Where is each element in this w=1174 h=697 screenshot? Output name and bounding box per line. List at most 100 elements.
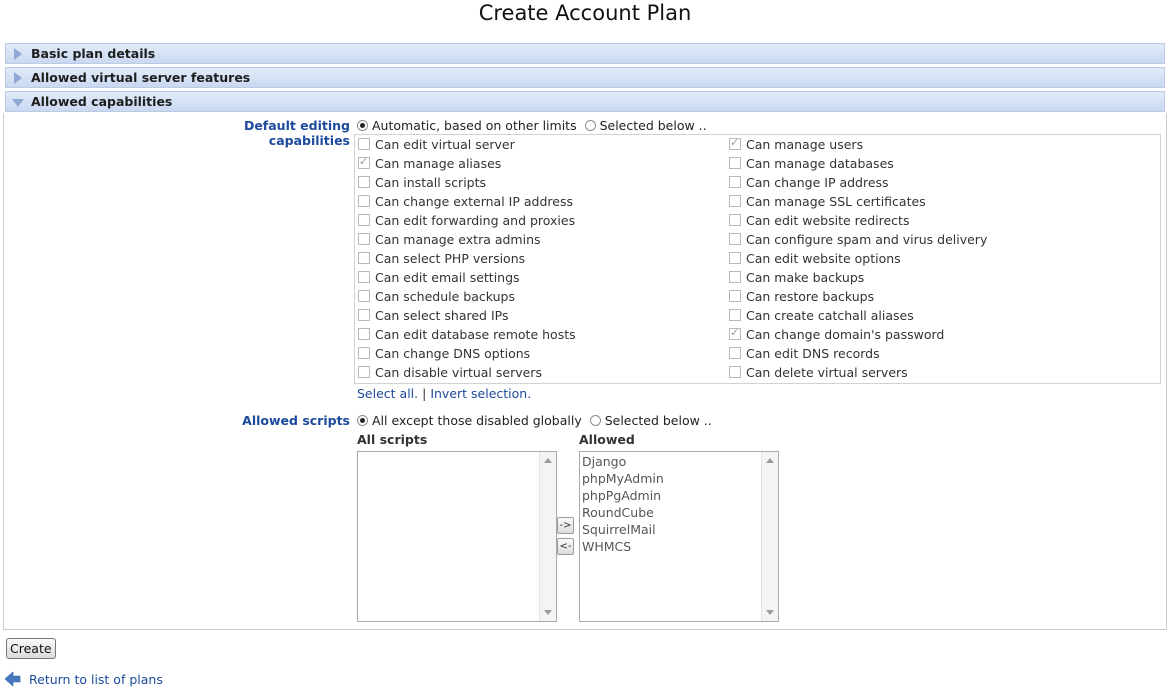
capability-label: Can change IP address [746, 175, 889, 190]
all-scripts-listbox[interactable] [357, 451, 557, 622]
capability-label: Can schedule backups [375, 289, 515, 304]
script-option[interactable]: phpPgAdmin [582, 487, 664, 504]
capability-checkbox[interactable] [358, 195, 370, 207]
capability-item[interactable]: Can edit email settings [358, 270, 520, 285]
capability-item[interactable]: Can install scripts [358, 175, 486, 190]
allowed-scripts-label: Allowed scripts [242, 413, 350, 428]
capability-item[interactable]: Can disable virtual servers [358, 365, 542, 380]
back-arrow-icon [5, 671, 21, 687]
script-option[interactable]: Django [582, 453, 664, 470]
capability-item[interactable]: Can select PHP versions [358, 251, 525, 266]
section-label: Basic plan details [31, 46, 156, 61]
capability-item[interactable]: Can schedule backups [358, 289, 515, 304]
capability-checkbox[interactable] [729, 214, 741, 226]
script-option[interactable]: RoundCube [582, 504, 664, 521]
radio-all-except-disabled[interactable]: All except those disabled globally [357, 413, 582, 428]
scrollbar[interactable] [761, 452, 778, 621]
capability-checkbox[interactable] [358, 233, 370, 245]
capability-item[interactable]: Can make backups [729, 270, 864, 285]
capability-checkbox[interactable] [729, 347, 741, 359]
capability-item[interactable]: Can edit website redirects [729, 213, 909, 228]
script-option[interactable]: phpMyAdmin [582, 470, 664, 487]
create-button[interactable]: Create [6, 638, 56, 659]
default-editing-capabilities-label: Default editing capabilities [243, 118, 350, 148]
capability-checkbox[interactable] [729, 309, 741, 321]
scrollbar[interactable] [539, 452, 556, 621]
capability-checkbox[interactable] [358, 155, 370, 169]
capability-label: Can manage databases [746, 156, 894, 171]
capability-item[interactable]: Can edit DNS records [729, 346, 880, 361]
script-option[interactable]: SquirrelMail [582, 521, 664, 538]
capability-item[interactable]: Can edit database remote hosts [358, 327, 576, 342]
scroll-up-icon[interactable] [544, 458, 552, 463]
capability-checkbox[interactable] [358, 252, 370, 264]
expand-arrow-icon [14, 48, 22, 60]
capability-item[interactable]: Can edit website options [729, 251, 901, 266]
select-all-link[interactable]: Select all. [357, 386, 418, 401]
capability-label: Can manage users [746, 137, 864, 152]
script-option[interactable]: WHMCS [582, 538, 664, 555]
capability-item[interactable]: Can change DNS options [358, 346, 530, 361]
capability-item[interactable]: Can edit virtual server [358, 137, 515, 152]
radio-selected-below[interactable]: Selected below .. [584, 118, 707, 133]
capability-checkbox[interactable] [358, 309, 370, 321]
capability-checkbox[interactable] [358, 138, 370, 150]
radio-automatic[interactable]: Automatic, based on other limits [357, 118, 577, 133]
section-allowed-virtual-server-features[interactable]: Allowed virtual server features [5, 67, 1165, 88]
allowed-scripts-header: Allowed [579, 432, 635, 447]
capability-item[interactable]: Can edit forwarding and proxies [358, 213, 575, 228]
allowed-scripts-listbox[interactable]: Django phpMyAdmin phpPgAdmin RoundCube Squir… [579, 451, 779, 622]
capability-item[interactable]: Can change domain's password [729, 326, 944, 342]
capability-item[interactable]: Can manage databases [729, 156, 894, 171]
capability-checkbox[interactable] [729, 157, 741, 169]
scroll-down-icon[interactable] [544, 610, 552, 615]
capability-checkbox[interactable] [358, 176, 370, 188]
capability-item[interactable]: Can manage users [729, 136, 864, 152]
radio-selected-below[interactable]: Selected below .. [589, 413, 712, 428]
section-allowed-capabilities[interactable]: Allowed capabilities [5, 91, 1165, 112]
radio-button[interactable] [589, 415, 601, 426]
capability-item[interactable]: Can manage extra admins [358, 232, 541, 247]
radio-button[interactable] [357, 415, 368, 426]
scroll-down-icon[interactable] [766, 610, 774, 615]
capability-item[interactable]: Can change IP address [729, 175, 889, 190]
section-label: Allowed capabilities [31, 94, 173, 109]
capability-checkbox[interactable] [729, 290, 741, 302]
capability-checkbox[interactable] [729, 233, 741, 245]
scripts-mode-radios: All except those disabled globally Selec… [357, 413, 716, 428]
capability-label: Can edit virtual server [375, 137, 515, 152]
capability-item[interactable]: Can select shared IPs [358, 308, 508, 323]
capability-checkbox[interactable] [729, 195, 741, 207]
radio-label: All except those disabled globally [372, 413, 582, 428]
capability-item[interactable]: Can restore backups [729, 289, 874, 304]
capability-checkbox[interactable] [358, 214, 370, 226]
remove-script-button[interactable]: <- [557, 538, 574, 555]
capability-checkbox[interactable] [729, 366, 741, 378]
capability-checkbox[interactable] [358, 271, 370, 283]
capability-label: Can make backups [746, 270, 865, 285]
capability-checkbox[interactable] [358, 328, 370, 340]
capability-checkbox[interactable] [729, 136, 741, 150]
capability-label: Can delete virtual servers [746, 365, 908, 380]
radio-button[interactable] [357, 120, 368, 131]
capability-checkbox[interactable] [729, 252, 741, 264]
capability-checkbox[interactable] [358, 290, 370, 302]
section-basic-plan-details[interactable]: Basic plan details [5, 43, 1165, 64]
capability-label: Can select PHP versions [375, 251, 526, 266]
add-script-button[interactable]: -> [557, 517, 574, 534]
capability-checkbox[interactable] [729, 176, 741, 188]
capability-checkbox[interactable] [358, 366, 370, 378]
capability-label: Can manage extra admins [375, 232, 541, 247]
invert-selection-link[interactable]: Invert selection. [430, 386, 531, 401]
capability-item[interactable]: Can manage SSL certificates [729, 194, 926, 209]
capability-item[interactable]: Can create catchall aliases [729, 308, 914, 323]
capability-checkbox[interactable] [358, 347, 370, 359]
capability-item[interactable]: Can manage aliases [358, 155, 501, 171]
capability-item[interactable]: Can change external IP address [358, 194, 573, 209]
capability-item[interactable]: Can configure spam and virus delivery [729, 232, 987, 247]
capability-item[interactable]: Can delete virtual servers [729, 365, 908, 380]
capability-checkbox[interactable] [729, 271, 741, 283]
capability-checkbox[interactable] [729, 326, 741, 340]
scroll-up-icon[interactable] [766, 458, 774, 463]
radio-button[interactable] [584, 120, 596, 131]
